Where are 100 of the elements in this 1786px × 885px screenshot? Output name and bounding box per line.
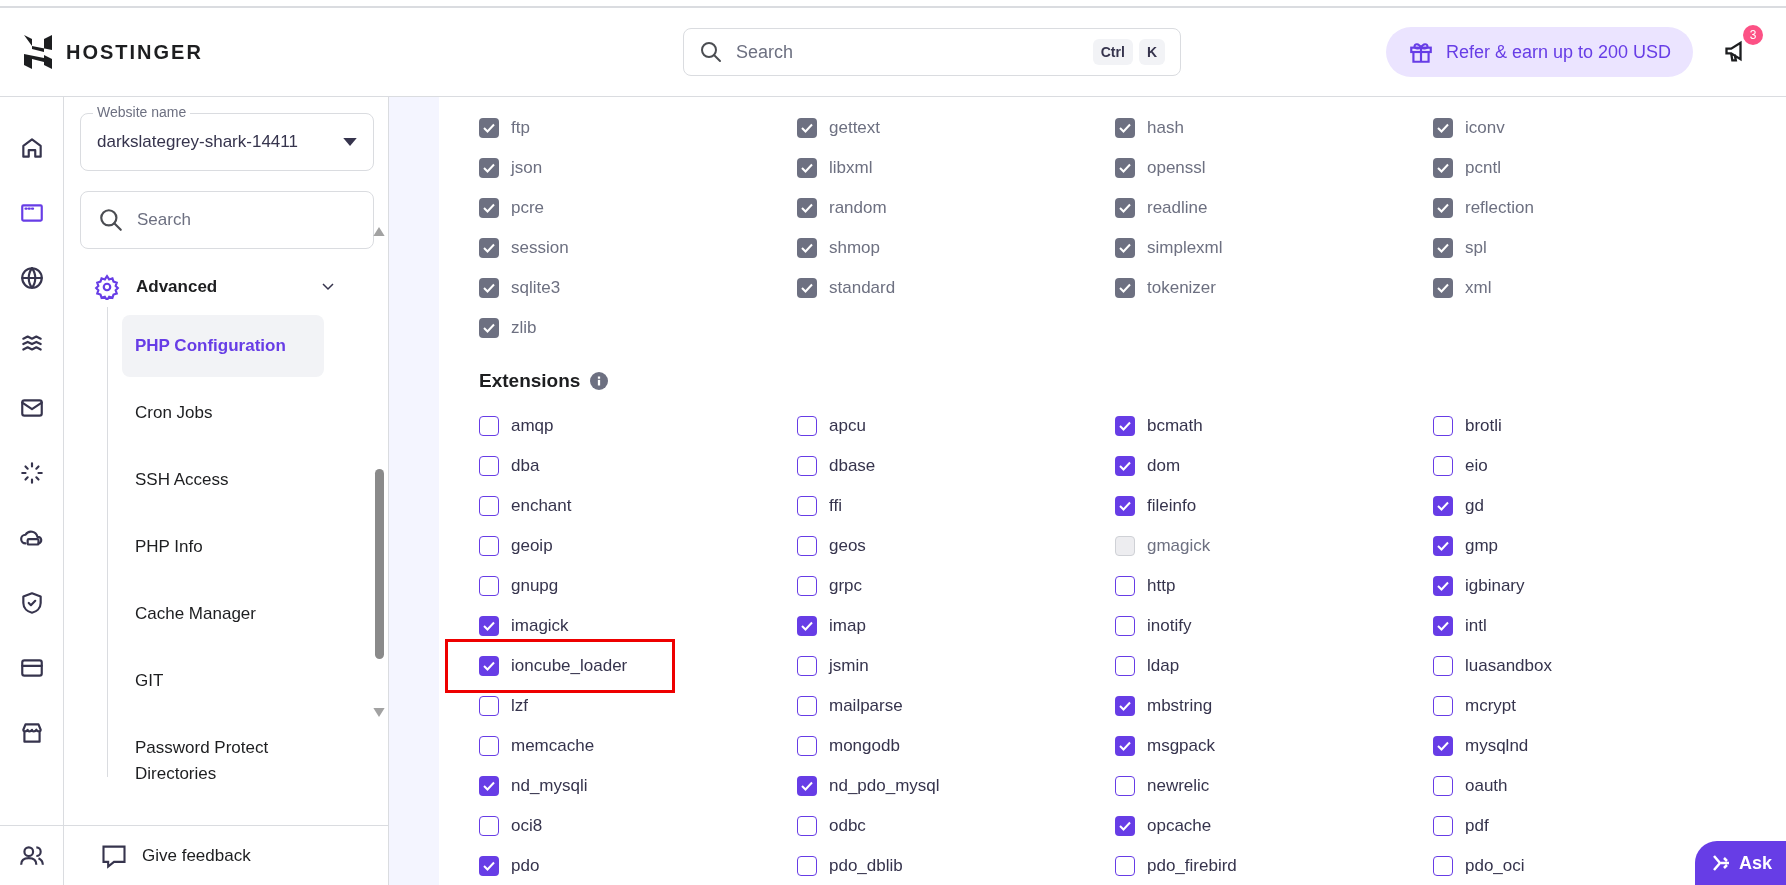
checkbox[interactable] xyxy=(1433,616,1453,636)
feedback-link[interactable]: Give feedback xyxy=(142,846,251,866)
ask-button[interactable]: Ask xyxy=(1694,841,1786,885)
option-label: fileinfo xyxy=(1147,496,1197,516)
option-label: oci8 xyxy=(511,816,543,836)
dropdown-caret-icon xyxy=(343,137,357,147)
checkbox[interactable] xyxy=(797,416,817,436)
option-label: ffi xyxy=(829,496,842,516)
checkbox[interactable] xyxy=(479,856,499,876)
checkbox[interactable] xyxy=(797,696,817,716)
sidebar-item[interactable]: GIT xyxy=(122,650,324,712)
option-label: pdf xyxy=(1465,816,1489,836)
option-label: session xyxy=(511,238,569,258)
option-label: pdo_oci xyxy=(1465,856,1525,876)
option-label: imap xyxy=(829,616,866,636)
checkbox[interactable] xyxy=(1115,456,1135,476)
option-label: luasandbox xyxy=(1465,656,1552,676)
checkbox[interactable] xyxy=(797,776,817,796)
checkbox[interactable] xyxy=(1433,856,1453,876)
sidebar-item[interactable]: PHP Info xyxy=(122,516,324,578)
checkbox[interactable] xyxy=(1115,776,1135,796)
option-label: eio xyxy=(1465,456,1488,476)
option-label: bcmath xyxy=(1147,416,1203,436)
option-label: libxml xyxy=(829,158,873,178)
checkbox[interactable] xyxy=(797,736,817,756)
checkbox[interactable] xyxy=(1115,856,1135,876)
checkbox[interactable] xyxy=(479,456,499,476)
checkbox[interactable] xyxy=(797,496,817,516)
checkbox[interactable] xyxy=(1115,576,1135,596)
checkbox[interactable] xyxy=(479,496,499,516)
option-label: pcre xyxy=(511,198,545,218)
option-label: geoip xyxy=(511,536,553,556)
sidebar-item[interactable]: Password Protect Directories xyxy=(122,717,324,805)
checkbox[interactable] xyxy=(1433,656,1453,676)
checkbox[interactable] xyxy=(1433,576,1453,596)
scroll-up-icon[interactable] xyxy=(373,227,385,236)
checkbox[interactable] xyxy=(1433,816,1453,836)
checkbox[interactable] xyxy=(797,656,817,676)
option-label: brotli xyxy=(1465,416,1502,436)
option-label: reflection xyxy=(1465,198,1534,218)
section-title: Extensions xyxy=(479,370,581,392)
checkbox[interactable] xyxy=(479,656,499,676)
checkbox[interactable] xyxy=(479,736,499,756)
sidebar-item[interactable]: SSH Access xyxy=(122,449,324,511)
advanced-section-toggle[interactable]: Advanced xyxy=(94,267,334,307)
option-label: ioncube_loader xyxy=(511,656,628,676)
checkbox[interactable] xyxy=(1115,496,1135,516)
checkbox[interactable] xyxy=(479,776,499,796)
option-label: grpc xyxy=(829,576,863,596)
refer-button[interactable]: Refer & earn up to 200 USD xyxy=(1386,27,1694,77)
checkbox[interactable] xyxy=(797,576,817,596)
sidebar-item[interactable]: PHP Configuration xyxy=(122,315,324,377)
checkbox[interactable] xyxy=(479,816,499,836)
checkbox[interactable] xyxy=(1433,456,1453,476)
checkbox[interactable] xyxy=(479,696,499,716)
checkbox[interactable] xyxy=(797,816,817,836)
checkbox[interactable] xyxy=(797,536,817,556)
option-label: xml xyxy=(1465,278,1492,298)
checkbox[interactable] xyxy=(1433,776,1453,796)
checkbox[interactable] xyxy=(797,456,817,476)
checkbox[interactable] xyxy=(479,616,499,636)
option-label: http xyxy=(1147,576,1176,596)
scrollbar-thumb[interactable] xyxy=(374,469,384,659)
option-label: openssl xyxy=(1147,158,1206,178)
checkbox[interactable] xyxy=(1115,656,1135,676)
sidebar-item[interactable]: Cache Manager xyxy=(122,583,324,645)
option-label: tokenizer xyxy=(1147,278,1216,298)
checkbox[interactable] xyxy=(479,536,499,556)
option-label: pdo_dblib xyxy=(829,856,903,876)
option-label: oauth xyxy=(1465,776,1508,796)
sidebar-item[interactable]: Cron Jobs xyxy=(122,382,324,444)
checkbox[interactable] xyxy=(1115,616,1135,636)
checkbox[interactable] xyxy=(1115,816,1135,836)
option-label: gmp xyxy=(1465,536,1499,556)
checkbox[interactable] xyxy=(1115,416,1135,436)
search-icon xyxy=(699,40,723,64)
option-label: inotify xyxy=(1147,616,1192,636)
option-label: pcntl xyxy=(1465,158,1501,178)
checkbox[interactable] xyxy=(1433,496,1453,516)
checkbox[interactable] xyxy=(1433,696,1453,716)
checkbox[interactable] xyxy=(1433,416,1453,436)
option-label: gmagick xyxy=(1147,536,1211,556)
checkbox[interactable] xyxy=(1433,736,1453,756)
settings-icon xyxy=(94,274,120,300)
option-label: mailparse xyxy=(829,696,903,716)
checkbox[interactable] xyxy=(797,616,817,636)
option-label: spl xyxy=(1465,238,1487,258)
option-label: gettext xyxy=(829,118,881,138)
option-label: shmop xyxy=(829,238,881,258)
checkbox[interactable] xyxy=(797,856,817,876)
info-icon[interactable] xyxy=(590,372,609,390)
checkbox[interactable] xyxy=(1115,696,1135,716)
option-label: nd_mysqli xyxy=(511,776,588,796)
checkbox[interactable] xyxy=(479,576,499,596)
option-label: imagick xyxy=(511,616,569,636)
checkbox[interactable] xyxy=(1115,736,1135,756)
scroll-down-icon[interactable] xyxy=(373,708,385,717)
sidebar-search-field[interactable]: Search xyxy=(80,191,374,249)
checkbox[interactable] xyxy=(1433,536,1453,556)
checkbox[interactable] xyxy=(479,416,499,436)
